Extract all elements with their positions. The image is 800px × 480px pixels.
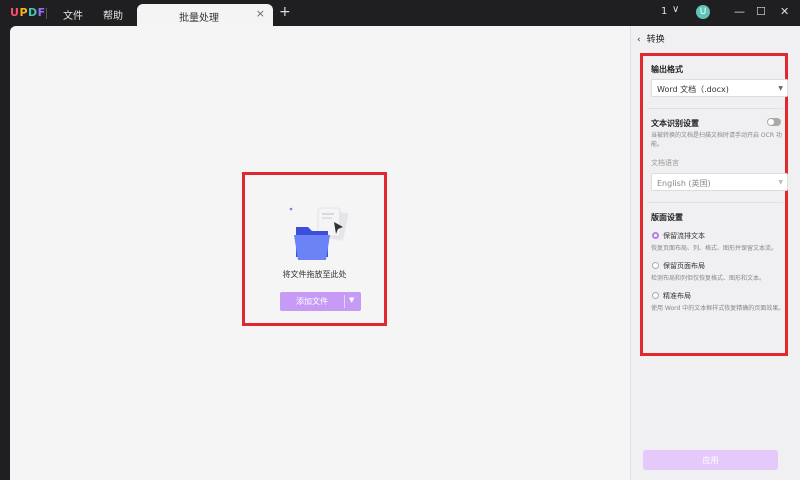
tab-batch-process[interactable]: 批量处理 × <box>137 4 273 26</box>
document-language-label: 文档语言 <box>651 159 679 167</box>
panel-title: 转换 <box>646 35 665 45</box>
output-format-select[interactable]: Word 文档（.docx) ▼ <box>651 79 788 97</box>
exact-layout-desc: 使用 Word 中的文本框样式恢复精确的页面效果。 <box>651 305 785 312</box>
minimize-icon[interactable]: — <box>734 5 745 18</box>
title-bar: UPDF 文件 帮助 批量处理 × + 1 ∨ U — ☐ ✕ <box>0 0 800 26</box>
add-file-dropdown-icon[interactable]: ▼ <box>349 296 354 304</box>
apply-button[interactable]: 应用 <box>643 450 778 470</box>
convert-panel: ‹ 转换 输出格式 Word 文档（.docx) ▼ 文本识别设置 当被转换的文档… <box>630 26 800 480</box>
tab-close-icon[interactable]: × <box>256 7 265 20</box>
chevron-down-icon[interactable]: ∨ <box>672 4 679 15</box>
flow-text-label[interactable]: 保留流排文本 <box>663 231 705 241</box>
exact-layout-label[interactable]: 精准布局 <box>663 291 691 301</box>
file-drop-zone[interactable]: 将文件拖放至此处 添加文件 ▼ <box>242 172 387 326</box>
settings-highlight-box: 输出格式 Word 文档（.docx) ▼ 文本识别设置 当被转换的文档是扫描文… <box>640 53 788 356</box>
output-format-title: 输出格式 <box>651 65 683 74</box>
panel-header: ‹ 转换 <box>637 32 665 45</box>
main-workspace[interactable]: 将文件拖放至此处 添加文件 ▼ <box>10 26 630 480</box>
apply-label: 应用 <box>702 456 719 465</box>
add-file-label: 添加文件 <box>296 297 328 306</box>
add-file-button[interactable]: 添加文件 ▼ <box>280 292 361 311</box>
radio-flow-text[interactable] <box>652 232 659 239</box>
chevron-down-icon: ▼ <box>778 179 783 186</box>
maximize-icon[interactable]: ☐ <box>756 5 766 18</box>
output-format-value: Word 文档（.docx) <box>657 85 729 94</box>
menu-file[interactable]: 文件 <box>63 7 83 22</box>
toggle-knob <box>768 119 774 125</box>
app-logo[interactable]: UPDF <box>10 6 46 19</box>
menu-help[interactable]: 帮助 <box>103 7 123 22</box>
logo-letter-p: P <box>19 6 28 19</box>
tab-label: 批量处理 <box>179 13 219 24</box>
document-language-select[interactable]: English (英国) ▼ <box>651 173 788 191</box>
ocr-settings-title: 文本识别设置 <box>651 119 699 128</box>
chevron-down-icon: ▼ <box>778 85 783 92</box>
window-count[interactable]: 1 <box>661 6 667 17</box>
avatar[interactable]: U <box>696 5 710 19</box>
menu-divider <box>46 8 47 19</box>
logo-letter-u: U <box>10 6 20 19</box>
back-icon[interactable]: ‹ <box>637 35 641 45</box>
logo-letter-d: D <box>28 6 38 19</box>
add-tab-icon[interactable]: + <box>279 5 291 19</box>
ocr-toggle[interactable] <box>767 118 781 126</box>
layout-settings-title: 版面设置 <box>651 213 683 222</box>
add-file-divider <box>344 295 345 308</box>
document-language-value: English (英国) <box>657 179 711 188</box>
page-layout-desc: 检测布局和列但仅恢复格式、图形和文本。 <box>651 275 766 282</box>
ocr-description: 当被转换的文档是扫描文档时请手动开启 OCR 功能。 <box>651 132 782 148</box>
section-divider <box>647 108 783 109</box>
radio-page-layout[interactable] <box>652 262 659 269</box>
folder-files-icon <box>289 207 349 260</box>
logo-letter-f: F <box>37 6 46 19</box>
flow-text-desc: 恢复页面布局、列、格式、图形并保留文本流。 <box>651 245 778 252</box>
drop-hint-text: 将文件拖放至此处 <box>282 270 347 279</box>
radio-exact-layout[interactable] <box>652 292 659 299</box>
close-window-icon[interactable]: ✕ <box>780 5 789 18</box>
section-divider <box>647 202 783 203</box>
page-layout-label[interactable]: 保留页面布局 <box>663 261 705 271</box>
